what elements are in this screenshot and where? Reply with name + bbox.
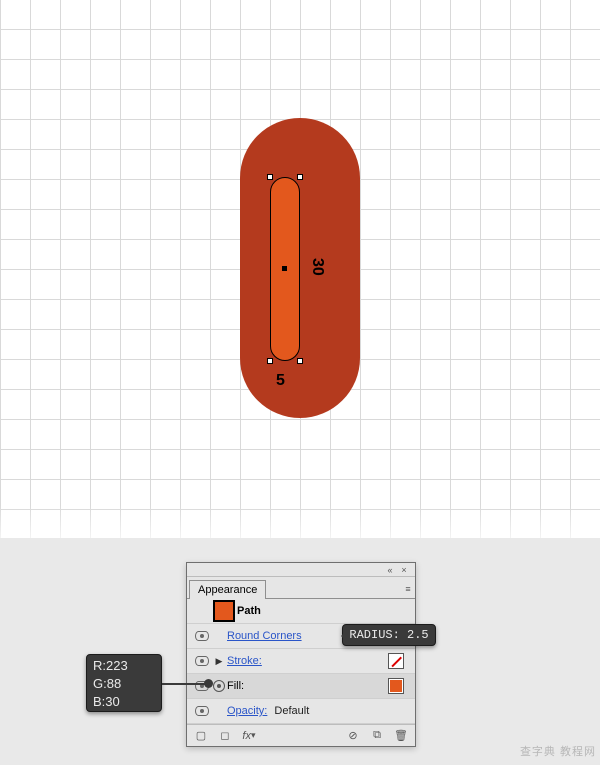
panel-footer: ▢ ◻ fx▾ ⊘ ⧉ 🗑 (187, 724, 415, 746)
dimension-width-label: 5 (276, 372, 285, 390)
rgb-tooltip: R:223 G:88 B:30 (86, 654, 162, 712)
fill-swatch[interactable] (388, 678, 404, 694)
panel-menu-icon[interactable]: ≡ (401, 583, 415, 595)
clear-appearance-icon[interactable]: ⊘ (345, 729, 361, 743)
visibility-eye-icon[interactable] (195, 631, 209, 641)
stroke-box-icon[interactable]: ◻ (217, 729, 233, 743)
selection-handle[interactable] (267, 358, 273, 364)
panel-titlebar[interactable]: « × (187, 563, 415, 577)
fill-label: Fill: (227, 680, 383, 692)
no-fill-icon[interactable]: ▢ (193, 729, 209, 743)
fx-menu-icon[interactable]: fx▾ (241, 729, 257, 743)
rgb-b: B:30 (93, 693, 155, 711)
selection-handle[interactable] (297, 174, 303, 180)
panel-tabs: Appearance ≡ (187, 577, 415, 599)
appearance-panel: « × Appearance ≡ Path Round Corners ▶ St… (186, 562, 416, 747)
row-path[interactable]: Path (187, 599, 415, 624)
watermark-text: 查字典 教程网 (520, 743, 596, 759)
row-opacity[interactable]: Opacity: Default (187, 699, 415, 724)
row-fill[interactable]: Fill: (187, 674, 415, 699)
rgb-r: R:223 (93, 657, 155, 675)
visibility-eye-icon[interactable] (195, 656, 209, 666)
disclosure-triangle-icon[interactable]: ▶ (211, 656, 227, 667)
stroke-link[interactable]: Stroke: (227, 655, 262, 667)
selection-center-point[interactable] (282, 266, 287, 271)
panel-body: Path Round Corners ▶ Stroke: Fill: Opaci… (187, 599, 415, 724)
visibility-eye-icon[interactable] (195, 706, 209, 716)
row-stroke[interactable]: ▶ Stroke: (187, 649, 415, 674)
delete-item-icon[interactable]: 🗑 (393, 729, 409, 743)
dimension-height-label: 30 (308, 258, 326, 276)
tab-appearance[interactable]: Appearance (189, 580, 266, 599)
artboard[interactable]: 5 30 (0, 0, 600, 538)
radius-tooltip: RADIUS: 2.5 (342, 624, 436, 646)
panel-collapse-icon[interactable]: « (383, 564, 397, 576)
opacity-link[interactable]: Opacity: (227, 705, 267, 717)
opacity-value: Default (270, 705, 309, 717)
path-label: Path (237, 605, 409, 617)
round-corners-link[interactable]: Round Corners (227, 630, 302, 642)
tooltip-connector-dot (204, 679, 213, 688)
outer-rounded-rect[interactable] (240, 118, 360, 418)
selection-handle[interactable] (297, 358, 303, 364)
selection-handle[interactable] (267, 174, 273, 180)
duplicate-item-icon[interactable]: ⧉ (369, 729, 385, 743)
path-swatch[interactable] (213, 600, 235, 622)
tooltip-connector-line (162, 683, 206, 685)
rgb-g: G:88 (93, 675, 155, 693)
panel-close-icon[interactable]: × (397, 564, 411, 576)
target-icon[interactable] (213, 680, 225, 692)
stroke-swatch-none[interactable] (388, 653, 404, 669)
